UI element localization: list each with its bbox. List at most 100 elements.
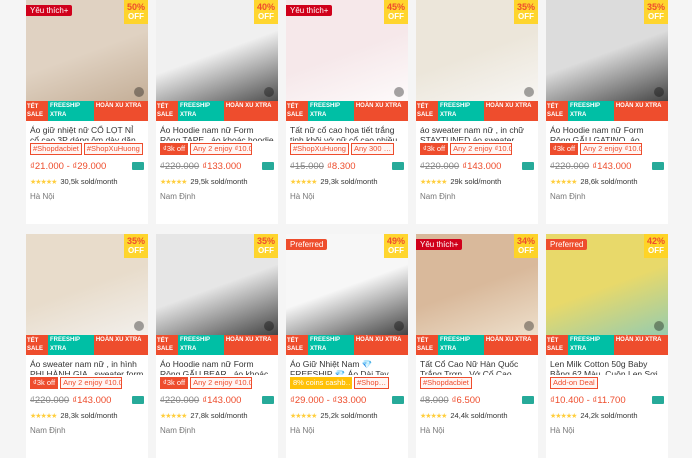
- sale-price: ₫21.000 - ₫29.000: [30, 160, 107, 172]
- product-image[interactable]: 35% OFF TẾT SALE FREESHIP XTRA HOÀN XU X…: [416, 0, 538, 121]
- video-play-icon[interactable]: [134, 87, 144, 97]
- shop-flag-badge: Yêu thích+: [26, 5, 73, 16]
- product-tags: 8% coins cashb… #Shop…: [286, 375, 408, 389]
- video-play-icon[interactable]: [654, 321, 664, 331]
- rating-stars-icon: ★★★★★: [550, 178, 577, 186]
- discount-off-label: OFF: [258, 12, 274, 21]
- product-tags: ₫3k offAny 2 enjoy ₫10.0…: [156, 375, 278, 389]
- product-title[interactable]: Len Milk Cotton 50g Baby Bằng 62 Màu. Cu…: [546, 355, 668, 375]
- product-image[interactable]: Preferred 49% OFF TẾT SALE FREESHIP XTRA…: [286, 234, 408, 355]
- coin-back-label: HOÀN XU XTRA: [483, 101, 538, 121]
- product-image[interactable]: 35% OFF TẾT SALE FREESHIP XTRA HOÀN XU X…: [26, 234, 148, 355]
- rating-stars-icon: ★★★★★: [290, 178, 317, 186]
- freeship-label: FREESHIP XTRA: [308, 101, 354, 121]
- discount-off-label: OFF: [518, 12, 534, 21]
- price-row: ₫15.000 ₫8.300: [286, 155, 408, 173]
- freeship-label: FREESHIP XTRA: [438, 335, 484, 355]
- product-tag: ₫3k off: [160, 377, 189, 389]
- discount-off-label: OFF: [648, 246, 664, 255]
- tet-sale-label: TẾT SALE: [416, 101, 438, 121]
- product-title[interactable]: Áo giữ nhiệt nữ CỔ LỌT NỈ cổ cao 3P dáng…: [26, 121, 148, 141]
- freeship-label: FREESHIP XTRA: [178, 335, 224, 355]
- sold-count: 29,3k sold/month: [320, 177, 378, 186]
- video-play-icon[interactable]: [394, 321, 404, 331]
- product-title[interactable]: Tất nữ cổ cao họa tiết trắng tinh khôi v…: [286, 121, 408, 141]
- product-tag: 8% coins cashb…: [290, 377, 352, 389]
- price-row: ₫21.000 - ₫29.000: [26, 155, 148, 173]
- product-card[interactable]: 35% OFF TẾT SALE FREESHIP XTRA HOÀN XU X…: [416, 0, 538, 224]
- product-image[interactable]: 40% OFF TẾT SALE FREESHIP XTRA HOÀN XU X…: [156, 0, 278, 121]
- product-tag: #ShopXuHuong: [290, 143, 349, 155]
- video-play-icon[interactable]: [524, 87, 534, 97]
- sale-price: ₫10.400 - ₫11.700: [550, 394, 626, 406]
- shop-location: Nam Định: [550, 192, 586, 201]
- product-image[interactable]: Yêu thích+ 50% OFF TẾT SALE FREESHIP XTR…: [26, 0, 148, 121]
- product-card[interactable]: 35% OFF TẾT SALE FREESHIP XTRA HOÀN XU X…: [156, 234, 278, 458]
- product-tag: #Shopdacbiet: [420, 377, 472, 389]
- product-tag: ₫3k off: [420, 143, 449, 155]
- discount-percent: 42%: [646, 236, 665, 246]
- product-grid: Yêu thích+ 50% OFF TẾT SALE FREESHIP XTR…: [26, 0, 676, 458]
- product-title[interactable]: Áo Giữ Nhiệt Nam 💎 FREESHIP 💎 Áo Dài Tay…: [286, 355, 408, 375]
- freeship-label: FREESHIP XTRA: [438, 101, 484, 121]
- price-row: ₫220.000 ₫143.000: [156, 389, 278, 407]
- product-card[interactable]: Preferred 42% OFF TẾT SALE FREESHIP XTRA…: [546, 234, 668, 458]
- coin-back-label: HOÀN XU XTRA: [613, 101, 668, 121]
- discount-percent: 35%: [126, 236, 145, 246]
- tet-sale-label: TẾT SALE: [156, 335, 178, 355]
- promo-strip: TẾT SALE FREESHIP XTRA HOÀN XU XTRA: [546, 101, 668, 121]
- discount-badge: 45% OFF: [384, 0, 408, 24]
- free-shipping-icon: [132, 162, 144, 170]
- product-image[interactable]: Yêu thích+ 34% OFF TẾT SALE FREESHIP XTR…: [416, 234, 538, 355]
- product-title[interactable]: Áo Hoodie nam nữ Form Rộng TAPE , áo kho…: [156, 121, 278, 141]
- rating-row: ★★★★★ 28,6k sold/month: [546, 173, 668, 187]
- coin-back-label: HOÀN XU XTRA: [93, 101, 148, 121]
- product-card[interactable]: 35% OFF TẾT SALE FREESHIP XTRA HOÀN XU X…: [26, 234, 148, 458]
- discount-badge: 35% OFF: [514, 0, 538, 24]
- product-card[interactable]: 35% OFF TẾT SALE FREESHIP XTRA HOÀN XU X…: [546, 0, 668, 224]
- sale-price: ₫143.000: [592, 160, 632, 172]
- free-shipping-icon: [392, 162, 404, 170]
- rating-stars-icon: ★★★★★: [30, 178, 57, 186]
- product-card[interactable]: Preferred 49% OFF TẾT SALE FREESHIP XTRA…: [286, 234, 408, 458]
- video-play-icon[interactable]: [394, 87, 404, 97]
- product-card[interactable]: Yêu thích+ 34% OFF TẾT SALE FREESHIP XTR…: [416, 234, 538, 458]
- product-title[interactable]: Áo Hoodie nam nữ Form Rộng GẤU GATINO, á…: [546, 121, 668, 141]
- rating-stars-icon: ★★★★★: [30, 412, 57, 420]
- rating-row: ★★★★★ 27,8k sold/month: [156, 407, 278, 421]
- original-price: ₫220.000: [160, 394, 200, 406]
- rating-row: ★★★★★ 24,2k sold/month: [546, 407, 668, 421]
- sale-price: ₫133.000: [202, 160, 242, 172]
- product-image[interactable]: 35% OFF TẾT SALE FREESHIP XTRA HOÀN XU X…: [546, 0, 668, 121]
- rating-row: ★★★★★ 24,4k sold/month: [416, 407, 538, 421]
- video-play-icon[interactable]: [264, 87, 274, 97]
- product-card[interactable]: Yêu thích+ 45% OFF TẾT SALE FREESHIP XTR…: [286, 0, 408, 224]
- product-card[interactable]: 40% OFF TẾT SALE FREESHIP XTRA HOÀN XU X…: [156, 0, 278, 224]
- product-image[interactable]: Preferred 42% OFF TẾT SALE FREESHIP XTRA…: [546, 234, 668, 355]
- rating-stars-icon: ★★★★★: [420, 178, 447, 186]
- sold-count: 27,8k sold/month: [190, 411, 248, 420]
- price-row: ₫220.000 ₫143.000: [416, 155, 538, 173]
- product-image[interactable]: Yêu thích+ 45% OFF TẾT SALE FREESHIP XTR…: [286, 0, 408, 121]
- product-title[interactable]: Áo sweater nam nữ , in hình PHI HÀNH GIA…: [26, 355, 148, 375]
- product-tag: Any 2 enjoy ₫10.0…: [190, 143, 253, 155]
- product-title[interactable]: Áo Hoodie nam nữ Form Rộng GẤU BEAR , áo…: [156, 355, 278, 375]
- coin-back-label: HOÀN XU XTRA: [223, 335, 278, 355]
- video-play-icon[interactable]: [524, 321, 534, 331]
- freeship-label: FREESHIP XTRA: [178, 101, 224, 121]
- discount-badge: 35% OFF: [124, 234, 148, 258]
- tet-sale-label: TẾT SALE: [26, 335, 48, 355]
- product-title[interactable]: áo sweater nam nữ , in chữ STAYTUNED áo …: [416, 121, 538, 141]
- product-card[interactable]: Yêu thích+ 50% OFF TẾT SALE FREESHIP XTR…: [26, 0, 148, 224]
- video-play-icon[interactable]: [264, 321, 274, 331]
- sale-price: ₫143.000: [72, 394, 112, 406]
- discount-off-label: OFF: [128, 12, 144, 21]
- product-image[interactable]: 35% OFF TẾT SALE FREESHIP XTRA HOÀN XU X…: [156, 234, 278, 355]
- video-play-icon[interactable]: [654, 87, 664, 97]
- discount-percent: 40%: [256, 2, 275, 12]
- product-tag: ₫3k off: [30, 377, 59, 389]
- rating-row: ★★★★★ 30,5k sold/month: [26, 173, 148, 187]
- product-title[interactable]: Tất Cổ Cao Nữ Hàn Quốc Trắng Trơn , Vớ C…: [416, 355, 538, 375]
- tet-sale-label: TẾT SALE: [546, 335, 568, 355]
- video-play-icon[interactable]: [134, 321, 144, 331]
